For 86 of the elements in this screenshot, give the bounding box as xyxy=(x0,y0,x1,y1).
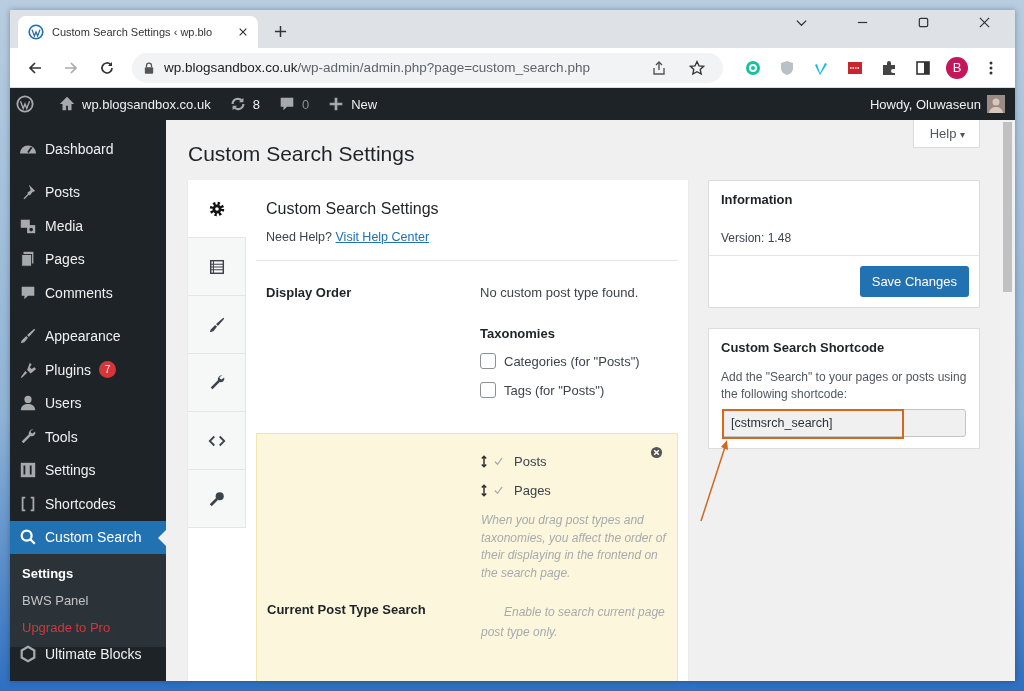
sliders-icon xyxy=(19,461,37,480)
sidebar-item[interactable]: Settings xyxy=(10,453,166,487)
sidebar-item[interactable]: Custom Search xyxy=(10,520,166,554)
check-icon[interactable] xyxy=(493,456,504,467)
sidebar-item[interactable]: Shortcodes xyxy=(10,487,166,521)
dashes-extension-icon[interactable] xyxy=(847,59,863,76)
puzzle-icon[interactable] xyxy=(881,59,897,76)
comments-link[interactable]: 0 xyxy=(277,95,310,113)
field-label: Display Order xyxy=(266,285,353,302)
close-icon[interactable] xyxy=(650,446,663,459)
update-count-badge: 7 xyxy=(98,361,116,379)
site-name: wp.blogsandbox.co.uk xyxy=(82,96,211,112)
lock-icon xyxy=(144,61,154,74)
post-type-label: Pages xyxy=(514,483,551,498)
reload-icon[interactable] xyxy=(99,59,115,76)
address-bar[interactable]: wp.blogsandbox.co.uk/wp-admin/admin.php?page=custom_search.php xyxy=(132,52,723,83)
search-icon xyxy=(19,528,37,547)
hexagon-icon xyxy=(19,644,37,663)
checkbox[interactable] xyxy=(480,353,496,369)
help-button[interactable]: Help ▾ xyxy=(912,120,980,148)
drag-handle-icon[interactable] xyxy=(481,484,487,497)
list-icon xyxy=(207,257,226,276)
new-tab-icon[interactable] xyxy=(274,25,287,38)
page-title: Custom Search Settings xyxy=(188,142,416,166)
maximize-icon[interactable] xyxy=(917,15,930,29)
sidebar-item[interactable]: Appearance xyxy=(10,319,166,353)
card-title: Custom Search Shortcode xyxy=(720,339,886,355)
close-icon[interactable] xyxy=(238,27,248,37)
home-icon xyxy=(58,95,76,113)
new-label: New xyxy=(351,96,378,112)
card-title: Information xyxy=(720,191,794,207)
sidebar-item[interactable]: Plugins 7 xyxy=(10,353,166,387)
checkbox-label: Tags (for "Posts") xyxy=(504,382,605,398)
updates-link[interactable]: 8 xyxy=(228,95,260,113)
scrollbar-thumb[interactable] xyxy=(1003,122,1012,292)
site-link[interactable]: wp.blogsandbox.co.uk xyxy=(58,95,211,113)
shortcode-description: Add the "Search" to your pages or posts using the following shortcode: xyxy=(721,369,967,403)
drag-handle-icon[interactable] xyxy=(481,455,487,468)
plug-icon xyxy=(19,360,37,379)
sidebar-item[interactable]: Users xyxy=(10,386,166,420)
save-changes-button[interactable]: Save Changes xyxy=(859,266,969,297)
back-icon[interactable] xyxy=(27,59,43,76)
taxonomies-heading: Taxonomies xyxy=(480,326,556,341)
sidebar-item[interactable]: Posts xyxy=(10,175,166,209)
shortcode-field[interactable]: [cstmsrch_search] xyxy=(722,409,966,437)
sidebar-item[interactable]: Tools xyxy=(10,420,166,454)
comments-count: 0 xyxy=(301,96,310,112)
url-text: wp.blogsandbox.co.uk/wp-admin/admin.php?page=custom_search.php xyxy=(164,60,590,75)
new-link[interactable]: New xyxy=(327,95,378,113)
brush-icon xyxy=(19,327,37,346)
wrench-icon xyxy=(19,427,37,446)
user-icon xyxy=(19,394,37,413)
greeting[interactable]: Howdy, Oluwaseun xyxy=(869,96,981,112)
empty-message: No custom post type found. xyxy=(480,285,640,300)
help-note: Enable to search current page post type only. xyxy=(481,604,666,641)
updates-count: 8 xyxy=(252,96,260,112)
help-prompt: Need Help? xyxy=(266,230,332,244)
browser-tab[interactable]: Custom Search Settings ‹ wp.blo xyxy=(18,16,258,48)
brush-icon xyxy=(207,315,226,334)
checkbox[interactable] xyxy=(480,382,496,398)
submenu-item[interactable]: BWS Panel xyxy=(10,587,166,614)
post-type-label: Posts xyxy=(514,454,547,469)
sidebar-item[interactable]: Pages xyxy=(10,242,166,276)
sidebar-item[interactable]: Media xyxy=(10,209,166,243)
field-label: Current Post Type Search xyxy=(267,602,427,619)
settings-heading: Custom Search Settings xyxy=(266,200,440,218)
share-icon[interactable] xyxy=(651,59,667,76)
side-panel-icon[interactable] xyxy=(915,59,931,76)
help-center-link[interactable]: Visit Help Center xyxy=(335,230,430,244)
close-icon[interactable] xyxy=(978,15,991,29)
tab-title: Custom Search Settings ‹ wp.blo xyxy=(52,26,214,38)
profile-avatar[interactable]: B xyxy=(946,56,968,79)
wordpress-logo-icon[interactable] xyxy=(16,95,34,113)
version-text: Version: 1.48 xyxy=(720,230,793,247)
key-icon xyxy=(207,489,226,508)
submenu-item[interactable]: Settings xyxy=(10,560,166,587)
checkbox-label: Categories (for "Posts") xyxy=(504,353,640,369)
check-icon[interactable] xyxy=(493,485,504,496)
gear-icon xyxy=(207,199,226,218)
avatar-icon xyxy=(987,95,1005,113)
brackets-icon xyxy=(19,494,37,513)
star-icon[interactable] xyxy=(689,59,705,76)
sidebar-item[interactable]: Comments xyxy=(10,276,166,310)
sidebar-item[interactable]: Dashboard xyxy=(10,132,166,166)
help-note: When you drag post types and taxonomies, you affect the order of their displaying in the frontend on the search page. xyxy=(481,512,667,582)
wordpress-logo-icon xyxy=(28,24,44,40)
